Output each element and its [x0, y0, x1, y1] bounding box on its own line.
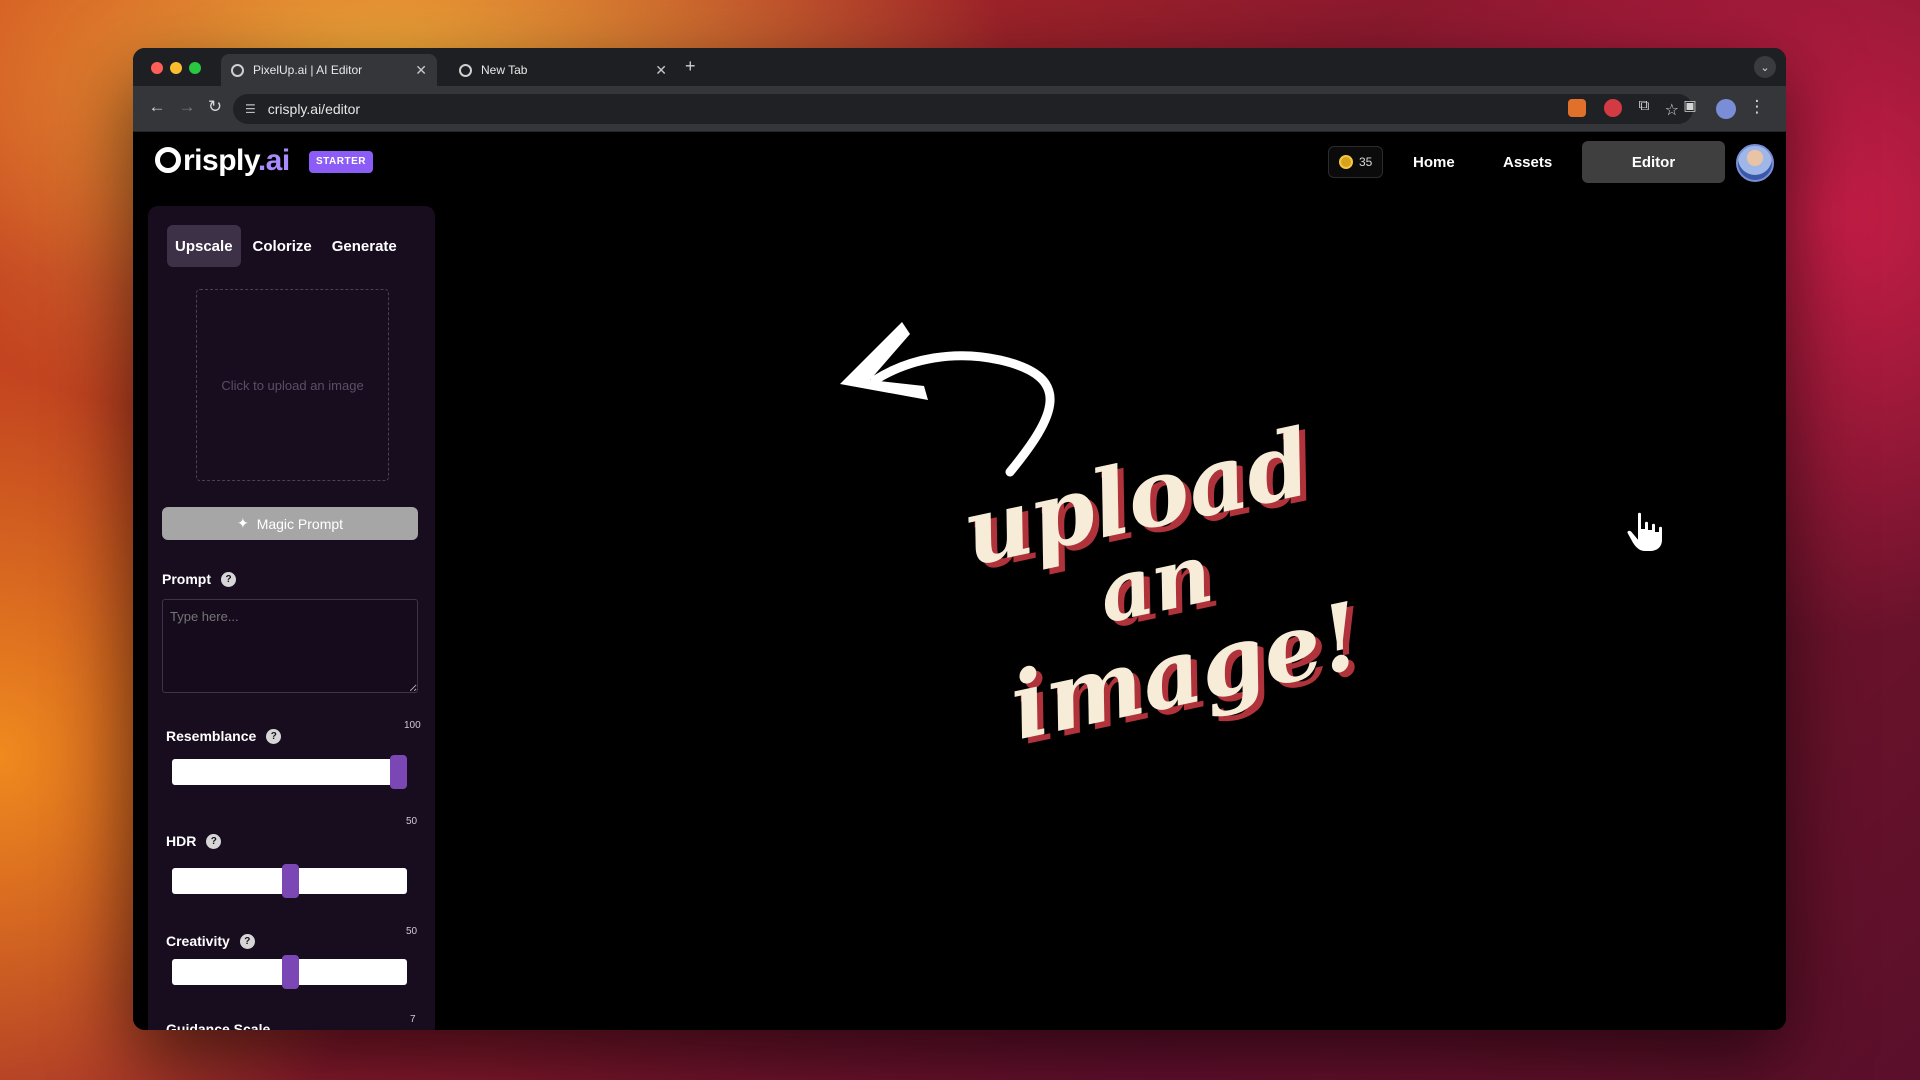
user-avatar[interactable]	[1736, 144, 1774, 182]
forward-arrow-icon[interactable]: →	[175, 97, 199, 117]
credits-counter[interactable]: 35	[1328, 146, 1384, 178]
help-icon[interactable]: ?	[266, 728, 282, 744]
back-arrow-icon[interactable]: ←	[145, 97, 169, 117]
resemblance-label: Resemblance ?	[166, 728, 282, 744]
guidance-scale-label: Guidance Scale	[166, 1021, 271, 1030]
hdr-label: HDR ?	[166, 833, 222, 849]
app-header: risply.ai STARTER 35 Home Assets Editor	[133, 132, 1786, 192]
plan-badge: STARTER	[309, 151, 373, 173]
help-icon[interactable]: ?	[221, 571, 236, 587]
hdr-label-text: HDR	[166, 833, 197, 849]
tab-title: PixelUp.ai | AI Editor	[253, 63, 363, 77]
hdr-value: 50	[406, 816, 418, 827]
magic-prompt-button[interactable]: ✦ Magic Prompt	[162, 507, 418, 540]
nav-editor-button[interactable]: Editor	[1582, 141, 1725, 183]
close-tab-icon[interactable]: ✕	[415, 62, 427, 79]
browser-tab-strip: PixelUp.ai | AI Editor ✕ New Tab ✕ + ⌄	[133, 48, 1786, 86]
tab-upscale[interactable]: Upscale	[167, 225, 241, 267]
extensions-puzzle-icon[interactable]: ⧉	[1632, 97, 1656, 114]
coin-icon	[1339, 155, 1353, 169]
browser-tab-new[interactable]: New Tab ✕	[449, 54, 677, 86]
resemblance-label-text: Resemblance	[166, 728, 257, 744]
tab-generate[interactable]: Generate	[324, 225, 405, 267]
help-icon[interactable]: ?	[206, 833, 222, 849]
browser-window: PixelUp.ai | AI Editor ✕ New Tab ✕ + ⌄ ←…	[133, 48, 1786, 1030]
upload-placeholder-text: Click to upload an image	[221, 377, 364, 393]
editor-sidebar: Upscale Colorize Generate Click to uploa…	[148, 206, 435, 1030]
tab-colorize[interactable]: Colorize	[245, 225, 320, 267]
creativity-label-text: Creativity	[166, 933, 230, 949]
browser-toolbar: ← → ↻ ☰ crisply.ai/editor ☆ ⧉ ▣ ⋮	[133, 86, 1786, 132]
logo-name: risply	[183, 144, 258, 177]
resemblance-slider[interactable]	[172, 755, 407, 789]
magic-prompt-label: Magic Prompt	[256, 515, 344, 532]
slider-thumb[interactable]	[281, 864, 299, 898]
editor-canvas[interactable]: upload upload an an image! image!	[435, 192, 1786, 1030]
brand-logo[interactable]: risply.ai	[155, 144, 290, 178]
hdr-slider[interactable]	[172, 864, 407, 898]
mode-tabs: Upscale Colorize Generate	[167, 225, 405, 267]
globe-icon	[459, 63, 472, 77]
bookmark-star-icon[interactable]: ☆	[1665, 100, 1679, 120]
logo-suffix: .ai	[257, 144, 290, 177]
new-tab-button[interactable]: +	[685, 56, 696, 77]
credits-value: 35	[1359, 155, 1373, 169]
prompt-textarea[interactable]	[162, 599, 418, 693]
magic-wand-icon: ✦	[236, 515, 249, 531]
nav-home-link[interactable]: Home	[1413, 154, 1455, 171]
hand-cursor-icon	[1625, 510, 1664, 553]
prompt-label-text: Prompt	[162, 571, 211, 587]
browser-tab-editor[interactable]: PixelUp.ai | AI Editor ✕	[221, 54, 437, 86]
site-settings-icon[interactable]: ☰	[245, 102, 256, 116]
creativity-slider[interactable]	[172, 955, 407, 989]
help-icon[interactable]: ?	[239, 933, 255, 949]
slider-thumb[interactable]	[390, 755, 407, 789]
image-upload-dropzone[interactable]: Click to upload an image	[196, 289, 389, 481]
prompt-label: Prompt ?	[162, 571, 236, 587]
profile-avatar-icon[interactable]	[1716, 99, 1736, 119]
guidance-scale-value: 7	[410, 1014, 416, 1025]
extension-red-icon[interactable]	[1604, 99, 1622, 117]
close-window-button[interactable]	[151, 62, 163, 74]
slider-thumb[interactable]	[281, 955, 299, 989]
creativity-value: 50	[406, 926, 418, 937]
address-bar[interactable]: ☰ crisply.ai/editor ☆	[233, 94, 1693, 124]
close-tab-icon[interactable]: ✕	[655, 62, 667, 79]
zoom-window-button[interactable]	[189, 62, 201, 74]
nav-assets-link[interactable]: Assets	[1503, 154, 1552, 171]
browser-menu-icon[interactable]: ⋮	[1745, 97, 1769, 117]
tab-search-chevron-icon[interactable]: ⌄	[1754, 56, 1776, 78]
logo-c-mark	[155, 147, 181, 173]
url-text: crisply.ai/editor	[267, 101, 361, 117]
upload-an-image-lettering: upload upload an an image! image!	[955, 422, 1355, 766]
reload-icon[interactable]: ↻	[203, 97, 227, 117]
site-favicon-icon	[231, 63, 244, 77]
creativity-label: Creativity ?	[166, 933, 255, 949]
resemblance-value: 100	[404, 720, 421, 731]
tab-title: New Tab	[481, 63, 528, 77]
side-panel-icon[interactable]: ▣	[1678, 97, 1702, 114]
slider-track[interactable]	[172, 759, 407, 785]
minimize-window-button[interactable]	[170, 62, 182, 74]
app-root: risply.ai STARTER 35 Home Assets Editor …	[133, 132, 1786, 1030]
extension-js-icon[interactable]	[1568, 99, 1586, 117]
